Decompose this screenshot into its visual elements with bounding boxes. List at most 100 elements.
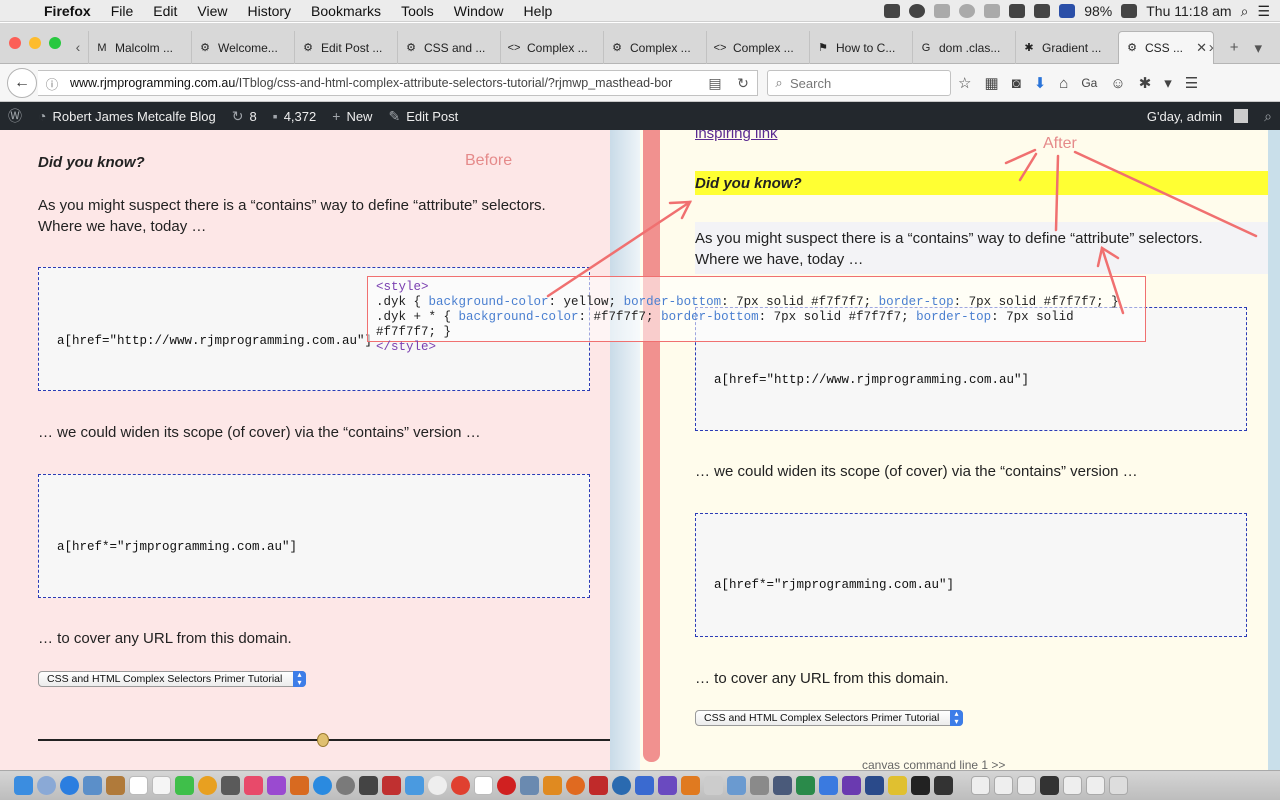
window-thumbnail[interactable]: [971, 776, 990, 795]
menu-help[interactable]: Help: [514, 3, 563, 19]
app-icon[interactable]: [727, 776, 746, 795]
firefox-icon[interactable]: [566, 776, 585, 795]
app-icon[interactable]: [635, 776, 654, 795]
chrome-icon[interactable]: [451, 776, 470, 795]
app-store-icon[interactable]: [313, 776, 332, 795]
terminal-icon[interactable]: [359, 776, 378, 795]
tab[interactable]: MMalcolm ...: [88, 31, 191, 64]
tabs-scroll-right-icon[interactable]: ›: [1209, 39, 1214, 56]
volume-icon[interactable]: [1009, 4, 1025, 18]
photos-icon[interactable]: [198, 776, 217, 795]
window-thumbnail[interactable]: [1017, 776, 1036, 795]
pocket-icon[interactable]: ◙: [1012, 75, 1021, 92]
safari-icon[interactable]: [60, 776, 79, 795]
overflow-menu-icon[interactable]: ▾: [1164, 74, 1172, 92]
music-icon[interactable]: [244, 776, 263, 795]
app-icon[interactable]: [865, 776, 884, 795]
finder-icon[interactable]: [14, 776, 33, 795]
notification-center-icon[interactable]: ☰: [1257, 3, 1270, 20]
filezilla-icon[interactable]: [589, 776, 608, 795]
terminal-icon[interactable]: [911, 776, 930, 795]
tab[interactable]: <>Complex ...: [706, 31, 809, 64]
extension-icon[interactable]: ✱: [1139, 74, 1152, 92]
url-bar[interactable]: ⓘ www.rjmprogramming.com.au/ITblog/css-a…: [38, 70, 758, 96]
window-thumbnail[interactable]: [1063, 776, 1082, 795]
airplay-icon[interactable]: [934, 4, 950, 18]
new-content-link[interactable]: +New: [324, 102, 380, 130]
hamburger-menu-icon[interactable]: ☰: [1185, 74, 1198, 92]
tutorial-select[interactable]: CSS and HTML Complex Selectors Primer Tu…: [38, 671, 306, 687]
edit-post-link[interactable]: ✎Edit Post: [380, 102, 466, 130]
new-tab-icon[interactable]: +: [1230, 39, 1239, 56]
books-icon[interactable]: [290, 776, 309, 795]
tab[interactable]: ⚙Edit Post ...: [294, 31, 397, 64]
app-icon[interactable]: [543, 776, 562, 795]
menu-window[interactable]: Window: [444, 3, 514, 19]
tab[interactable]: ⚙Complex ...: [603, 31, 706, 64]
tab[interactable]: ⚑How to C...: [809, 31, 912, 64]
app-icon[interactable]: [405, 776, 424, 795]
window-thumbnail[interactable]: [1086, 776, 1105, 795]
opera-icon[interactable]: [497, 776, 516, 795]
app-icon[interactable]: [520, 776, 539, 795]
search-input[interactable]: ⌕ Search: [767, 70, 951, 96]
app-icon[interactable]: [888, 776, 907, 795]
app-icon[interactable]: [773, 776, 792, 795]
home-icon[interactable]: ⌂: [1059, 75, 1068, 92]
calendar-icon[interactable]: [129, 776, 148, 795]
app-icon[interactable]: [428, 776, 447, 795]
url-text[interactable]: www.rjmprogramming.com.au/ITblog/css-and…: [70, 76, 701, 90]
battery-icon[interactable]: [1121, 4, 1137, 18]
notes-icon[interactable]: [152, 776, 171, 795]
menu-view[interactable]: View: [187, 3, 237, 19]
menu-tools[interactable]: Tools: [391, 3, 444, 19]
updates-link[interactable]: ↻8: [224, 102, 265, 130]
zoom-window-icon[interactable]: [49, 37, 61, 49]
window-thumbnail[interactable]: [1040, 776, 1059, 795]
tab[interactable]: ⚙Welcome...: [191, 31, 294, 64]
podcasts-icon[interactable]: [267, 776, 286, 795]
my-account-link[interactable]: G'day, admin: [1139, 102, 1256, 130]
app-icon[interactable]: [221, 776, 240, 795]
menu-edit[interactable]: Edit: [143, 3, 187, 19]
reload-icon[interactable]: ↻: [729, 75, 757, 92]
tabs-scroll-left-icon[interactable]: ‹: [68, 31, 88, 64]
tab[interactable]: ✱Gradient ...: [1015, 31, 1118, 64]
close-window-icon[interactable]: [9, 37, 21, 49]
app-icon[interactable]: [382, 776, 401, 795]
status-circle-icon[interactable]: [909, 4, 925, 18]
mail-icon[interactable]: [83, 776, 102, 795]
app-icon[interactable]: [819, 776, 838, 795]
vlc-icon[interactable]: [681, 776, 700, 795]
launchpad-icon[interactable]: [37, 776, 56, 795]
list-all-tabs-icon[interactable]: ▾: [1254, 39, 1262, 57]
system-preferences-icon[interactable]: [336, 776, 355, 795]
trash-icon[interactable]: [1109, 776, 1128, 795]
menu-history[interactable]: History: [237, 3, 301, 19]
spotlight-icon[interactable]: ⌕: [1241, 3, 1249, 20]
app-icon[interactable]: [750, 776, 769, 795]
reader-view-icon[interactable]: ▤: [701, 75, 729, 92]
app-icon[interactable]: [796, 776, 815, 795]
tab[interactable]: Gdom .clas...: [912, 31, 1015, 64]
minimize-window-icon[interactable]: [29, 37, 41, 49]
emoji-extension-icon[interactable]: ☺: [1110, 75, 1125, 92]
messages-icon[interactable]: [175, 776, 194, 795]
inspiring-link[interactable]: inspiring link: [695, 130, 778, 142]
bluetooth-icon[interactable]: [984, 4, 1000, 18]
contacts-icon[interactable]: [106, 776, 125, 795]
flag-icon[interactable]: [1059, 4, 1075, 18]
time-machine-icon[interactable]: [959, 4, 975, 18]
app-icon[interactable]: [612, 776, 631, 795]
document-icon[interactable]: [474, 776, 493, 795]
bookmark-star-icon[interactable]: ☆: [958, 74, 971, 92]
menu-bookmarks[interactable]: Bookmarks: [301, 3, 391, 19]
tutorial-select[interactable]: CSS and HTML Complex Selectors Primer Tu…: [695, 710, 963, 726]
wp-search-button[interactable]: ⌕: [1256, 102, 1280, 130]
downloads-icon[interactable]: ⬇: [1034, 74, 1047, 92]
wp-logo-button[interactable]: Ⓦ: [0, 102, 30, 130]
menu-file[interactable]: File: [101, 3, 144, 19]
ga-extension-icon[interactable]: Ga: [1081, 76, 1097, 90]
app-icon[interactable]: [934, 776, 953, 795]
comments-link[interactable]: ▪4,372: [265, 102, 325, 130]
